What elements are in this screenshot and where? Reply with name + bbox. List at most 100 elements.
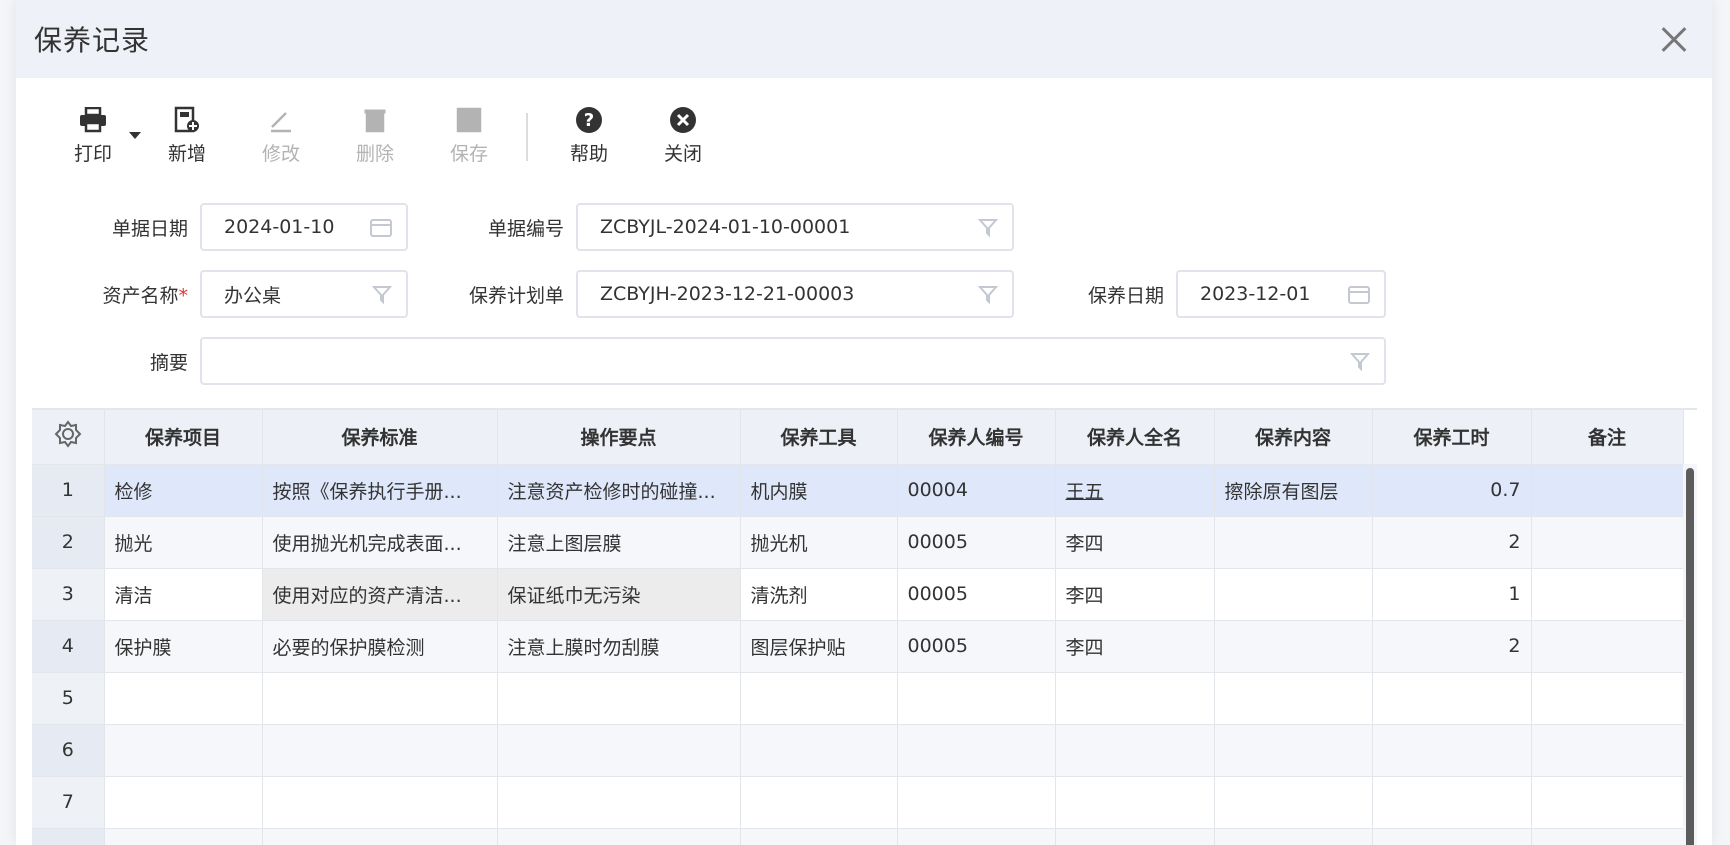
cell-content[interactable]: [1214, 828, 1373, 845]
col-header-key-points[interactable]: 操作要点: [497, 410, 741, 465]
table-row[interactable]: 8: [32, 828, 1684, 845]
cell-note[interactable]: [1531, 828, 1684, 845]
cell-tool[interactable]: [740, 828, 898, 845]
cell-item[interactable]: [104, 776, 263, 829]
col-header-content[interactable]: 保养内容: [1214, 410, 1373, 465]
cell-staff-name[interactable]: 李四: [1055, 516, 1215, 569]
delete-button[interactable]: 删除: [328, 105, 422, 166]
filter-icon[interactable]: [372, 284, 392, 304]
filter-icon[interactable]: [1350, 351, 1370, 371]
cell-staff-no[interactable]: [897, 776, 1056, 829]
cell-tool[interactable]: 机内膜: [740, 464, 898, 517]
cell-content[interactable]: [1214, 516, 1373, 569]
cell-standard[interactable]: 必要的保护膜检测: [262, 620, 498, 673]
cell-key-points[interactable]: 注意上膜时勿刮膜: [497, 620, 741, 673]
cell-staff-no[interactable]: 00004: [897, 464, 1056, 517]
cell-staff-name[interactable]: 王五: [1055, 464, 1215, 517]
cell-standard[interactable]: [262, 776, 498, 829]
cell-standard[interactable]: [262, 828, 498, 845]
cell-note[interactable]: [1531, 776, 1684, 829]
close-icon[interactable]: [1654, 19, 1694, 59]
maint-date-field[interactable]: 2023-12-01: [1176, 270, 1386, 318]
cell-note[interactable]: [1531, 464, 1684, 517]
col-header-standard[interactable]: 保养标准: [262, 410, 498, 465]
cell-standard[interactable]: [262, 724, 498, 777]
cell-item[interactable]: [104, 828, 263, 845]
cell-note[interactable]: [1531, 568, 1684, 621]
cell-staff-name[interactable]: [1055, 776, 1215, 829]
cell-standard[interactable]: 使用抛光机完成表面...: [262, 516, 498, 569]
cell-hours[interactable]: [1372, 828, 1532, 845]
cell-staff-no[interactable]: [897, 724, 1056, 777]
table-row[interactable]: 4 保护膜 必要的保护膜检测 注意上膜时勿刮膜 图层保护贴 00005 李四 2: [32, 620, 1684, 673]
cell-hours[interactable]: [1372, 776, 1532, 829]
table-row[interactable]: 1 检修 按照《保养执行手册... 注意资产检修时的碰撞... 机内膜 00004 王五 擦除…: [32, 464, 1684, 517]
help-button[interactable]: ? 帮助: [542, 105, 636, 166]
cell-standard[interactable]: 按照《保养执行手册...: [262, 464, 498, 517]
scrollbar-thumb[interactable]: [1686, 468, 1694, 845]
cell-content[interactable]: 擦除原有图层: [1214, 464, 1373, 517]
table-row[interactable]: 3 清洁 使用对应的资产清洁... 保证纸巾无污染 清洗剂 00005 李四 1: [32, 568, 1684, 621]
cell-hours[interactable]: 2: [1372, 620, 1532, 673]
col-header-item[interactable]: 保养项目: [104, 410, 263, 465]
col-header-note[interactable]: 备注: [1531, 410, 1684, 465]
doc-no-field[interactable]: ZCBYJL-2024-01-10-00001: [576, 203, 1014, 251]
cell-hours[interactable]: [1372, 672, 1532, 725]
col-header-hours[interactable]: 保养工时: [1372, 410, 1532, 465]
cell-staff-name[interactable]: [1055, 672, 1215, 725]
column-settings-header[interactable]: [32, 410, 105, 465]
filter-icon[interactable]: [978, 284, 998, 304]
cell-key-points[interactable]: [497, 724, 741, 777]
cell-item[interactable]: [104, 672, 263, 725]
col-header-staff-no[interactable]: 保养人编号: [897, 410, 1056, 465]
edit-button[interactable]: 修改: [234, 105, 328, 166]
cell-item[interactable]: 检修: [104, 464, 263, 517]
cell-staff-name[interactable]: [1055, 724, 1215, 777]
col-header-tool[interactable]: 保养工具: [740, 410, 898, 465]
cell-staff-no[interactable]: [897, 672, 1056, 725]
cell-staff-no[interactable]: 00005: [897, 620, 1056, 673]
cell-note[interactable]: [1531, 620, 1684, 673]
table-row[interactable]: 6: [32, 724, 1684, 777]
cell-staff-no[interactable]: 00005: [897, 516, 1056, 569]
cell-key-points[interactable]: 注意资产检修时的碰撞...: [497, 464, 741, 517]
cell-hours[interactable]: 0.7: [1372, 464, 1532, 517]
cell-key-points[interactable]: 保证纸巾无污染: [497, 568, 741, 621]
cell-standard[interactable]: 使用对应的资产清洁...: [262, 568, 498, 621]
cell-staff-no[interactable]: [897, 828, 1056, 845]
plan-no-field[interactable]: ZCBYJH-2023-12-21-00003: [576, 270, 1014, 318]
cell-standard[interactable]: [262, 672, 498, 725]
cell-tool[interactable]: [740, 724, 898, 777]
col-header-staff-name[interactable]: 保养人全名: [1055, 410, 1215, 465]
cell-content[interactable]: [1214, 620, 1373, 673]
cell-staff-name[interactable]: 李四: [1055, 568, 1215, 621]
cell-content[interactable]: [1214, 724, 1373, 777]
asset-name-field[interactable]: 办公桌: [200, 270, 408, 318]
cell-key-points[interactable]: [497, 776, 741, 829]
cell-item[interactable]: 抛光: [104, 516, 263, 569]
cell-tool[interactable]: [740, 672, 898, 725]
cell-tool[interactable]: 抛光机: [740, 516, 898, 569]
cell-content[interactable]: [1214, 568, 1373, 621]
grid-vertical-scrollbar[interactable]: [1683, 464, 1697, 845]
summary-field[interactable]: [200, 337, 1386, 385]
cell-hours[interactable]: 2: [1372, 516, 1532, 569]
table-row[interactable]: 5: [32, 672, 1684, 725]
cell-hours[interactable]: 1: [1372, 568, 1532, 621]
calendar-icon[interactable]: [1348, 284, 1370, 304]
cell-tool[interactable]: 图层保护贴: [740, 620, 898, 673]
cell-item[interactable]: [104, 724, 263, 777]
cell-hours[interactable]: [1372, 724, 1532, 777]
cell-staff-name[interactable]: [1055, 828, 1215, 845]
cell-key-points[interactable]: [497, 672, 741, 725]
filter-icon[interactable]: [978, 217, 998, 237]
cell-item[interactable]: 保护膜: [104, 620, 263, 673]
cell-key-points[interactable]: 注意上图层膜: [497, 516, 741, 569]
gear-icon[interactable]: [54, 420, 82, 448]
calendar-icon[interactable]: [370, 217, 392, 237]
cell-note[interactable]: [1531, 672, 1684, 725]
table-row[interactable]: 2 抛光 使用抛光机完成表面... 注意上图层膜 抛光机 00005 李四 2: [32, 516, 1684, 569]
cell-tool[interactable]: 清洗剂: [740, 568, 898, 621]
close-button[interactable]: 关闭: [636, 105, 730, 166]
cell-content[interactable]: [1214, 672, 1373, 725]
